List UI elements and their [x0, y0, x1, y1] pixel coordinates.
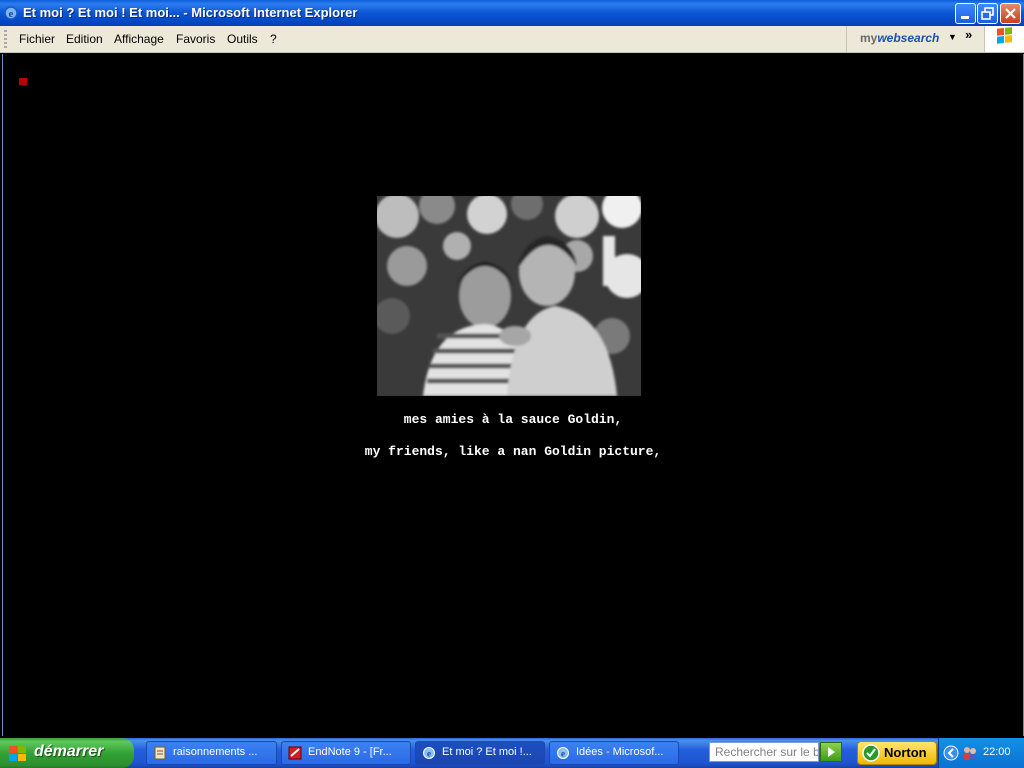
clock: 22:00 — [983, 746, 1011, 758]
task-label: EndNote 9 - [Fr... — [308, 746, 392, 758]
task-idees[interactable]: e Idées - Microsof... — [549, 741, 679, 765]
mywebsearch-logo[interactable]: mywebsearch — [860, 31, 939, 45]
window-title-bar[interactable]: e Et moi ? Et moi ! Et moi... - Microsof… — [0, 0, 1024, 26]
svg-text:e: e — [561, 749, 565, 759]
mywebsearch-prefix: my — [860, 31, 878, 45]
menu-help[interactable]: ? — [270, 32, 277, 46]
check-circle-icon — [862, 744, 880, 762]
photo-two-women — [377, 196, 641, 396]
caption-english: my friends, like a nan Goldin picture, — [364, 444, 662, 459]
task-label: Et moi ? Et moi !... — [442, 746, 532, 758]
chevron-double-right-icon[interactable]: » — [965, 27, 972, 42]
windows-logo — [984, 26, 1024, 52]
svg-text:e: e — [427, 749, 431, 759]
system-tray: 22:00 — [938, 738, 1024, 768]
norton-label: Norton — [884, 745, 927, 760]
menu-edition[interactable]: Edition — [66, 32, 103, 46]
menu-fichier[interactable]: Fichier — [19, 32, 55, 46]
window-title: Et moi ? Et moi ! Et moi... - Microsoft … — [23, 5, 358, 20]
desktop-search-input[interactable]: Rechercher sur le bur — [709, 742, 819, 762]
ie-icon: e — [423, 747, 435, 759]
search-go-button[interactable] — [820, 742, 842, 762]
start-button[interactable]: démarrer — [0, 738, 134, 768]
task-raisonnements[interactable]: raisonnements ... — [146, 741, 277, 765]
tray-expand-icon[interactable] — [943, 745, 959, 761]
caption-french: mes amies à la sauce Goldin, — [403, 412, 623, 427]
close-icon — [1005, 8, 1016, 19]
restore-button[interactable] — [977, 3, 998, 24]
browser-content: mes amies à la sauce Goldin, my friends,… — [2, 54, 1024, 736]
ie-icon: e — [4, 6, 18, 20]
taskbar: démarrer raisonnements ... EndNote 9 - [… — [0, 738, 1024, 768]
endnote-icon — [288, 746, 302, 760]
start-label: démarrer — [34, 743, 104, 760]
play-arrow-icon — [828, 747, 835, 757]
photo-image — [377, 196, 641, 396]
document-icon — [154, 746, 166, 760]
windows-flag-icon — [9, 746, 26, 761]
toolbar-grip[interactable] — [4, 30, 7, 48]
menu-affichage[interactable]: Affichage — [114, 32, 164, 46]
menu-favoris[interactable]: Favoris — [176, 32, 215, 46]
minimize-icon — [961, 16, 969, 19]
task-label: raisonnements ... — [173, 746, 258, 758]
svg-text:e: e — [9, 8, 14, 20]
ie-icon: e — [557, 747, 569, 759]
task-label: Idées - Microsof... — [576, 746, 664, 758]
mywebsearch-toolbar[interactable]: mywebsearch ▼ » — [846, 26, 981, 52]
close-button[interactable] — [1000, 3, 1021, 24]
red-square-marker[interactable] — [19, 78, 27, 85]
restore-icon — [981, 7, 994, 20]
network-users-icon[interactable] — [961, 744, 979, 762]
task-et-moi[interactable]: e Et moi ? Et moi !... — [415, 741, 545, 765]
menu-outils[interactable]: Outils — [227, 32, 258, 46]
windows-flag-icon — [997, 27, 1012, 44]
minimize-button[interactable] — [955, 3, 976, 24]
norton-button[interactable]: Norton — [857, 741, 937, 765]
menu-bar: Fichier Edition Affichage Favoris Outils… — [0, 26, 1024, 53]
chevron-down-icon[interactable]: ▼ — [948, 32, 957, 42]
task-endnote[interactable]: EndNote 9 - [Fr... — [281, 741, 411, 765]
mywebsearch-brand: websearch — [877, 31, 940, 45]
